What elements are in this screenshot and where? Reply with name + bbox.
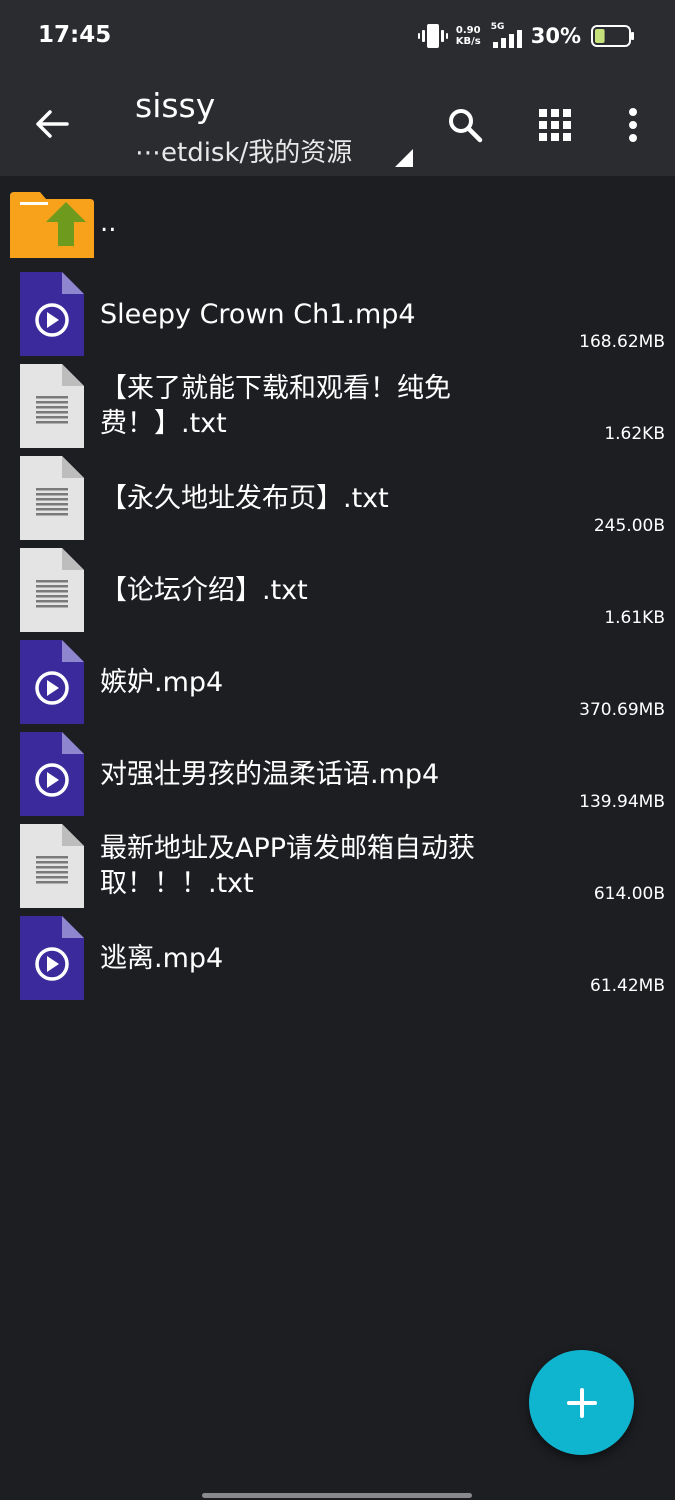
file-row[interactable]: Sleepy Crown Ch1.mp4 168.62MB [0, 268, 675, 360]
app-toolbar: sissy ⋯etdisk/我的资源 [0, 72, 675, 176]
video-file-icon [20, 732, 84, 816]
arrow-left-icon [36, 110, 69, 138]
parent-directory-label: .. [100, 208, 117, 238]
more-options-button[interactable] [610, 100, 656, 150]
text-file-icon [20, 824, 84, 908]
more-vert-icon [629, 108, 637, 142]
status-indicators: 0.90 KB/s 5G 30% [417, 20, 635, 52]
grid-view-button[interactable] [530, 100, 580, 150]
status-time: 17:45 [38, 22, 112, 48]
file-name: 【论坛介绍】.txt [100, 574, 308, 606]
file-name: 嫉妒.mp4 [100, 666, 224, 698]
file-row[interactable]: 逃离.mp4 61.42MB [0, 912, 675, 1004]
plus-icon [566, 1387, 597, 1418]
file-row[interactable]: 最新地址及APP请发邮箱自动获取！！！.txt 614.00B [0, 820, 675, 912]
file-size: 370.69MB [579, 700, 665, 720]
file-name: 【来了就能下载和观看！纯免费！】.txt [100, 373, 451, 439]
parent-directory-row[interactable]: .. [0, 180, 675, 268]
file-name: 最新地址及APP请发邮箱自动获取！！！.txt [100, 833, 476, 899]
file-size: 245.00B [593, 516, 665, 536]
file-size: 61.42MB [590, 976, 665, 996]
home-indicator [202, 1493, 472, 1498]
file-size: 1.62KB [604, 424, 665, 444]
text-file-icon [20, 456, 84, 540]
folder-up-icon [10, 192, 94, 258]
file-name: 对强壮男孩的温柔话语.mp4 [100, 758, 440, 790]
file-list: .. Sleepy Crown Ch1.mp4 168.62MB 【来了就能下载和… [0, 180, 675, 1004]
video-file-icon [20, 916, 84, 1000]
text-file-icon [20, 548, 84, 632]
file-name: Sleepy Crown Ch1.mp4 [100, 298, 416, 330]
file-size: 1.61KB [604, 608, 665, 628]
file-size: 168.62MB [579, 332, 665, 352]
file-size: 139.94MB [579, 792, 665, 812]
back-button[interactable] [30, 104, 74, 144]
file-name: 【永久地址发布页】.txt [100, 482, 389, 514]
folder-path[interactable]: ⋯etdisk/我的资源 [135, 132, 352, 169]
file-size: 614.00B [593, 884, 665, 904]
battery-percent: 30% [530, 24, 581, 48]
cellular-signal: 5G [491, 22, 525, 50]
search-button[interactable] [440, 100, 490, 150]
file-row[interactable]: 【来了就能下载和观看！纯免费！】.txt 1.62KB [0, 360, 675, 452]
net-speed-value: 0.90 [455, 25, 481, 36]
file-row[interactable]: 【永久地址发布页】.txt 245.00B [0, 452, 675, 544]
file-row[interactable]: 对强壮男孩的温柔话语.mp4 139.94MB [0, 728, 675, 820]
file-row[interactable]: 嫉妒.mp4 370.69MB [0, 636, 675, 728]
file-name: 逃离.mp4 [100, 942, 224, 974]
file-row[interactable]: 【论坛介绍】.txt 1.61KB [0, 544, 675, 636]
signal-bars-icon [492, 30, 522, 48]
vibrate-icon [417, 24, 448, 48]
add-button[interactable] [529, 1350, 634, 1455]
network-speed: 0.90 KB/s [456, 25, 481, 47]
video-file-icon [20, 640, 84, 724]
search-icon [449, 109, 483, 143]
status-bar: 17:45 0.90 KB/s 5G 30% [0, 0, 675, 72]
dropdown-triangle-icon[interactable] [392, 148, 414, 168]
battery-icon [591, 25, 634, 47]
video-file-icon [20, 272, 84, 356]
net-speed-unit: KB/s [455, 36, 481, 47]
folder-title: sissy [135, 86, 216, 125]
text-file-icon [20, 364, 84, 448]
grid-view-icon [539, 109, 571, 141]
